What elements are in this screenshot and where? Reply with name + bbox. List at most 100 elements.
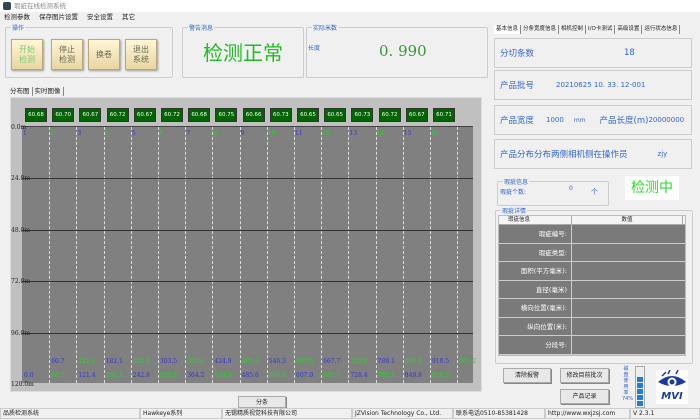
change-batch-button[interactable]: 修改目前批次: [560, 368, 609, 383]
status-cell: 品质检测系统: [0, 408, 140, 419]
length-value: 0. 990: [379, 42, 427, 60]
mvi-logo: MVI: [656, 369, 688, 404]
position-label: 546.3: [268, 358, 286, 365]
value: 1000: [546, 116, 564, 124]
lane-width-box: 60.72: [161, 108, 183, 122]
menu-security[interactable]: 安全设置: [87, 12, 113, 22]
detecting-status: 检测中: [625, 176, 679, 200]
position-label: 303.5: [160, 372, 178, 379]
group-title: 操作: [11, 23, 26, 32]
tab-realtime-image[interactable]: 实时图像: [33, 87, 64, 96]
row-label: 瑕疵类型:: [499, 243, 572, 261]
position-label: 424.9: [214, 358, 232, 365]
tab-io[interactable]: I/O卡测试: [586, 25, 616, 34]
lane-divider: [321, 127, 323, 383]
position-label: 667.7: [323, 358, 341, 365]
warning-message: 检测正常: [203, 41, 283, 65]
lane-width-box: 60.68: [188, 108, 211, 122]
table-row: 分段号:: [499, 336, 685, 355]
tab-advanced[interactable]: 高级设置: [615, 25, 643, 34]
position-label: 849.8: [404, 358, 422, 365]
size-row: 产品宽度 1000 mm 产品长度(m) 20000000: [494, 105, 692, 135]
tab-status[interactable]: 运行状态信息: [642, 25, 681, 34]
tab-camera[interactable]: 相机控制: [559, 25, 587, 34]
y-tick-label: 96.0m: [11, 329, 31, 337]
position-label: 971.2: [459, 358, 477, 365]
lane-divider: [457, 127, 459, 383]
lane-width-box: 60.70: [52, 108, 75, 122]
position-label: 667.7: [323, 372, 341, 379]
lane-number: 14: [376, 130, 385, 137]
lane-divider: [375, 127, 377, 383]
row-label: 瑕疵编号:: [499, 225, 572, 243]
lane-number: 7: [186, 130, 191, 137]
status-cell: 无锡精质视觉科技有限公司: [222, 408, 352, 419]
start-button[interactable]: 开始 检测: [11, 39, 43, 70]
position-label: 0.0: [24, 372, 34, 379]
tab-basic[interactable]: 基本信息: [494, 25, 522, 34]
row-value: [572, 336, 685, 354]
position-label: 910.5: [432, 358, 450, 365]
row-label: 面积(平方毫米):: [499, 262, 572, 280]
stop-button[interactable]: 停止 检测: [51, 39, 83, 70]
count-unit: 个: [591, 188, 598, 196]
group-title: 实际米数: [312, 23, 339, 32]
table-row: 直径(毫米): [499, 280, 685, 299]
position-label: 242.8: [132, 358, 150, 365]
lane-number: 11: [295, 130, 303, 137]
status-cell: V 2.3.1: [630, 408, 700, 419]
column-header: 数值: [572, 216, 683, 224]
row-value: [572, 262, 685, 280]
gridline: [22, 281, 473, 283]
change-roll-button[interactable]: 换卷: [88, 39, 120, 70]
row-label: 分段号:: [499, 336, 572, 354]
clear-alarm-button[interactable]: 清除报警: [503, 368, 551, 383]
split-count-row: 分切条数 18: [494, 38, 692, 68]
lane-number: 9: [240, 130, 245, 137]
table-row: 瑕疵编号:: [499, 225, 685, 244]
table-row: 横向位置(毫米):: [499, 299, 685, 318]
split-button[interactable]: 分条: [238, 396, 286, 408]
position-label: 182.1: [105, 372, 123, 379]
gridline: [22, 332, 473, 334]
y-tick-label: 0.0m: [11, 124, 27, 131]
position-label: 607.0: [296, 358, 314, 365]
app-icon: [3, 2, 11, 10]
menu-params[interactable]: 检测参数: [4, 12, 30, 22]
row-value: [572, 318, 685, 336]
count-value: 0: [569, 185, 573, 192]
position-label: 424.9: [214, 372, 232, 379]
lane-divider: [239, 127, 241, 383]
row-label: 横向位置(毫米):: [499, 299, 572, 317]
position-label: 60.7: [51, 372, 65, 379]
row-label: 直径(毫米): [499, 280, 572, 298]
menu-other[interactable]: 其它: [122, 12, 135, 22]
status-bar: 品质检测系统 Hawkeye系列 无锡精质视觉科技有限公司 JZVision T…: [0, 408, 700, 420]
value: 18: [624, 48, 635, 58]
lane-divider: [430, 127, 431, 383]
tab-distribution[interactable]: 分布图: [8, 87, 33, 96]
lane-divider: [348, 127, 350, 383]
position-label: 485.6: [241, 358, 259, 365]
menu-save-image[interactable]: 保存图片设置: [39, 12, 78, 22]
lane-divider: [103, 127, 105, 383]
distribution-plot: 1 2 3 4 5 6 7 8 9 10 11 12 13 14 15 16 60.7 121.4 182.1 242…: [22, 126, 477, 383]
tab-split-width[interactable]: 分条宽度信息: [521, 25, 560, 34]
lane-number: 5: [131, 130, 136, 137]
lane-width-box: 60.65: [297, 108, 319, 122]
lane-width-box: 60.68: [25, 108, 47, 122]
lane-width-box: 60.67: [79, 108, 102, 122]
value: 20210625 10. 33. 12-001: [556, 81, 646, 89]
group-title: 瑕疵信息: [503, 177, 530, 186]
lane-divider: [212, 127, 214, 383]
row-value: [572, 299, 685, 317]
disk-usage-bar: [635, 366, 645, 408]
position-label: 182.1: [105, 358, 123, 365]
exit-button[interactable]: 退出 系统: [125, 39, 157, 70]
lane-width-box: 60.66: [242, 108, 265, 122]
product-record-button[interactable]: 产品记录: [560, 389, 609, 404]
length-label: 长度: [308, 45, 321, 52]
lane-divider: [76, 127, 78, 383]
position-label: 607.0: [296, 372, 314, 379]
value: zjy: [657, 150, 668, 158]
